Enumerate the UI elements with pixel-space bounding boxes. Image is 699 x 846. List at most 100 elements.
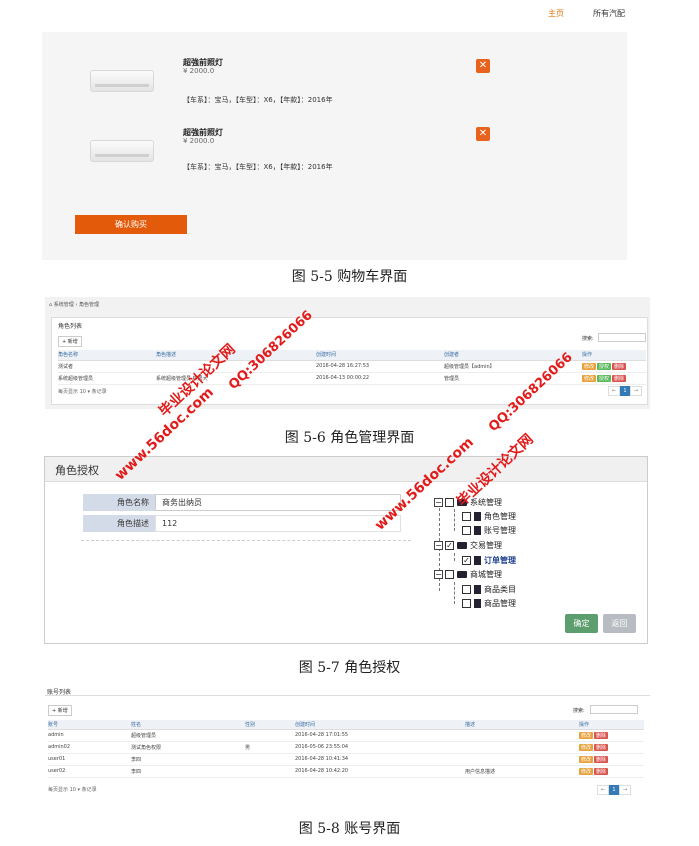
collapse-toggle[interactable]: −: [434, 540, 443, 550]
created-time-cell: 2016-04-28 10:41:34: [295, 753, 465, 766]
actions-cell: 修改 授权 删除: [582, 372, 646, 385]
column-header: 角色名称: [58, 350, 156, 361]
add-account-button[interactable]: + 新增: [48, 705, 72, 716]
checkbox[interactable]: [462, 598, 471, 608]
created-time-cell: 2016-04-28 16:27:53: [316, 360, 444, 373]
edit-button[interactable]: 修改: [579, 767, 594, 775]
confirm-purchase-button[interactable]: 确认购买: [75, 215, 187, 234]
remove-item-button[interactable]: ✕: [476, 127, 490, 141]
page-size-selector[interactable]: 每页显示 10 ▾ 条记录: [58, 388, 107, 395]
panel-title: 角色授权: [55, 464, 99, 477]
name-cell: 李四: [131, 765, 245, 778]
figure-caption: 图 5-8 账号界面: [298, 821, 401, 837]
remove-item-button[interactable]: ✕: [476, 59, 490, 73]
edit-button[interactable]: 修改: [579, 755, 594, 763]
top-nav: 主页 所有汽配: [42, 0, 627, 32]
column-header: 姓名: [131, 720, 245, 730]
prev-page-button[interactable]: ←: [597, 785, 609, 795]
column-header: 创建时间: [316, 350, 444, 361]
checkbox[interactable]: [462, 584, 471, 594]
delete-button[interactable]: 删除: [612, 374, 627, 382]
role-name-field[interactable]: 商务出纳员: [155, 494, 401, 511]
tree-node-trade: − ✓ 交易管理: [434, 539, 502, 551]
search-label: 搜索:: [573, 708, 585, 714]
delete-button[interactable]: 删除: [594, 755, 609, 763]
panel-title: 账号列表: [47, 689, 72, 696]
document-icon: [474, 525, 481, 535]
desc-cell: [465, 753, 579, 766]
next-page-button[interactable]: →: [630, 386, 642, 396]
authorize-button[interactable]: 授权: [597, 362, 612, 370]
cart-list: 超強前照灯 ¥ 2000.0 【车系】：宝马，【车型】：X6，【年款】：2016…: [42, 32, 627, 260]
role-name-cell: 测试者: [58, 360, 156, 373]
tree-node-mall: − 商城管理: [434, 568, 502, 580]
nav-home-link[interactable]: 主页: [548, 8, 564, 19]
next-page-button[interactable]: →: [619, 785, 631, 795]
edit-button[interactable]: 修改: [579, 731, 594, 739]
actions-cell: 修改 删除: [579, 741, 644, 754]
role-desc-cell: [156, 360, 316, 373]
name-cell: 李四: [131, 753, 245, 766]
checkbox[interactable]: ✓: [462, 555, 471, 565]
breadcrumb-text[interactable]: 系统管理 › 角色管理: [54, 302, 99, 308]
tree-label[interactable]: 角色管理: [484, 511, 516, 522]
checkbox[interactable]: [445, 569, 454, 579]
tree-label[interactable]: 商品类目: [484, 584, 516, 595]
confirm-button[interactable]: 确定: [565, 614, 598, 633]
collapse-toggle[interactable]: −: [434, 497, 443, 507]
account-cell: user02: [48, 765, 131, 778]
checkbox[interactable]: ✓: [445, 540, 454, 550]
desc-cell: 用户信息描述: [465, 765, 579, 778]
pagination: ← 1 →: [608, 386, 642, 396]
folder-icon: [457, 541, 467, 549]
account-table: 账号 姓名 性别 创建时间 描述 操作 admin 超级管理员 2016-04-…: [48, 720, 644, 778]
prev-page-button[interactable]: ←: [608, 386, 620, 396]
checkbox[interactable]: [445, 497, 454, 507]
role-desc-field[interactable]: 112: [155, 515, 401, 532]
nav-all-parts-link[interactable]: 所有汽配: [593, 8, 625, 19]
tree-node-order-mgmt: ✓ 订单管理: [462, 554, 516, 566]
tree-label[interactable]: 账号管理: [484, 525, 516, 536]
product-image: [90, 140, 154, 162]
role-management-screenshot: ⌂ 系统管理 › 角色管理 角色列表 + 新增 搜索: 角色名称 角色描述 创建…: [45, 297, 650, 409]
checkbox[interactable]: [462, 511, 471, 521]
checkbox[interactable]: [462, 525, 471, 535]
page-1-button[interactable]: 1: [620, 386, 630, 396]
sex-cell: 男: [245, 741, 295, 754]
created-time-cell: 2016-05-06 23:55:04: [295, 741, 465, 754]
created-time-cell: 2016-04-28 17:01:55: [295, 729, 465, 742]
tree-label[interactable]: 商城管理: [470, 569, 502, 580]
tree-label[interactable]: 交易管理: [470, 540, 502, 551]
page-size-selector[interactable]: 每页显示 10 ▾ 条记录: [48, 786, 97, 793]
column-header: 操作: [582, 350, 646, 361]
table-row: admin02 测试角色权限 男 2016-05-06 23:55:04 修改删…: [48, 741, 644, 754]
edit-button[interactable]: 修改: [582, 374, 597, 382]
tree-line: [454, 553, 455, 561]
account-cell: user01: [48, 753, 131, 766]
column-header: 创建时间: [295, 720, 465, 730]
tree-label[interactable]: 订单管理: [484, 555, 516, 566]
created-time-cell: 2016-04-13 00:00:22: [316, 372, 444, 385]
edit-button[interactable]: 修改: [582, 362, 597, 370]
delete-button[interactable]: 删除: [594, 743, 609, 751]
document-icon: [474, 584, 481, 594]
delete-button[interactable]: 删除: [594, 767, 609, 775]
account-list-screenshot: 账号列表 + 新增 搜索: 账号 姓名 性别 创建时间 描述 操作 admin …: [45, 686, 650, 798]
add-role-button[interactable]: + 新增: [58, 336, 82, 347]
delete-button[interactable]: 删除: [594, 731, 609, 739]
document-icon: [474, 555, 481, 565]
table-row: user02 李四 2016-04-28 10:42:20 用户信息描述 修改删…: [48, 765, 644, 778]
product-price: ¥ 2000.0: [183, 67, 215, 75]
search-input[interactable]: [598, 333, 646, 342]
authorize-button[interactable]: 授权: [597, 374, 612, 382]
back-button[interactable]: 返回: [603, 614, 636, 633]
table-header: 账号 姓名 性别 创建时间 描述 操作: [48, 720, 644, 730]
delete-button[interactable]: 删除: [612, 362, 627, 370]
page-1-button[interactable]: 1: [609, 785, 619, 795]
actions-cell: 修改 删除: [579, 729, 644, 742]
panel-header: 账号列表: [45, 686, 650, 696]
edit-button[interactable]: 修改: [579, 743, 594, 751]
collapse-toggle[interactable]: −: [434, 569, 443, 579]
search-input[interactable]: [590, 705, 638, 714]
tree-label[interactable]: 商品管理: [484, 598, 516, 609]
